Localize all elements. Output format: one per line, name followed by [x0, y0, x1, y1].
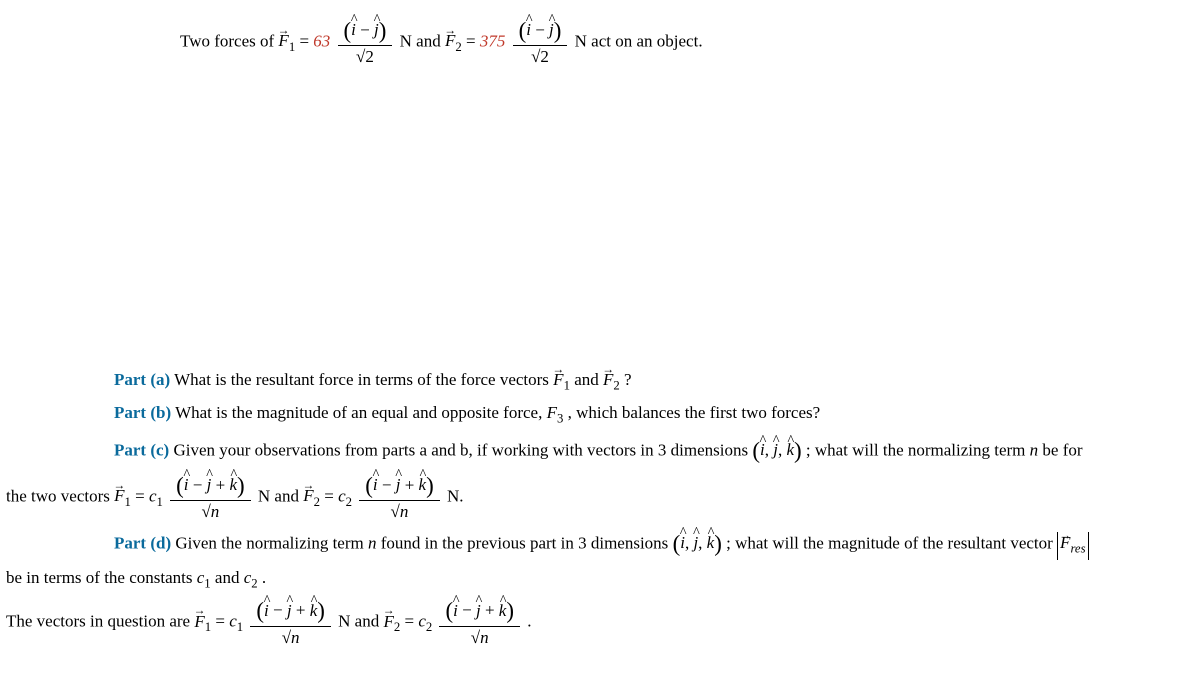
- vector-F1-d: F: [194, 609, 204, 635]
- vector-F2: F: [445, 29, 455, 53]
- part-b-label: Part (b): [114, 403, 171, 422]
- vector-F1-a: F: [553, 367, 563, 393]
- fraction-ijk-over-sqrtn-2: (i − j + k) √n: [359, 473, 439, 522]
- abs-Fres: Fres: [1057, 532, 1089, 560]
- part-d-line2: be in terms of the constants c1 and c2 .: [6, 565, 1198, 594]
- vector-F2-a: F: [603, 367, 613, 393]
- fraction-ij-over-sqrt2: (i − j) √2: [338, 18, 393, 67]
- fraction-ijk-over-sqrtn-4: (i − j + k) √n: [439, 598, 519, 647]
- part-d-line1: Part (d) Given the normalizing term n fo…: [114, 526, 1198, 562]
- part-d-label: Part (d): [114, 533, 171, 552]
- coef-375: 375: [480, 31, 506, 50]
- vector-F1: F: [278, 29, 288, 53]
- part-a: Part (a) What is the resultant force in …: [114, 367, 1198, 396]
- vector-F2-d: F: [383, 609, 393, 635]
- coef-63: 63: [313, 31, 330, 50]
- part-b: Part (b) What is the magnitude of an equ…: [114, 400, 1198, 429]
- F3-symbol: F: [547, 403, 557, 422]
- fraction-ij-over-sqrt2-b: (i − j) √2: [513, 18, 568, 67]
- vector-F1-c: F: [114, 483, 124, 509]
- part-c-label: Part (c): [114, 440, 169, 459]
- part-d-line3: The vectors in question are F1 = c1 (i −…: [6, 598, 1198, 647]
- part-c-line1: Part (c) Given your observations from pa…: [114, 433, 1198, 469]
- part-a-label: Part (a): [114, 370, 170, 389]
- fraction-ijk-over-sqrtn-3: (i − j + k) √n: [250, 598, 330, 647]
- vector-F2-c: F: [303, 483, 313, 509]
- parts-container: Part (a) What is the resultant force in …: [2, 367, 1198, 647]
- sub-1: 1: [289, 40, 295, 54]
- problem-intro: Two forces of F1 = 63 (i − j) √2 N and F…: [180, 18, 1198, 67]
- intro-prefix: Two forces of: [180, 31, 278, 50]
- fraction-ijk-over-sqrtn-1: (i − j + k) √n: [170, 473, 250, 522]
- part-c-line2: the two vectors F1 = c1 (i − j + k) √n N…: [6, 473, 1198, 522]
